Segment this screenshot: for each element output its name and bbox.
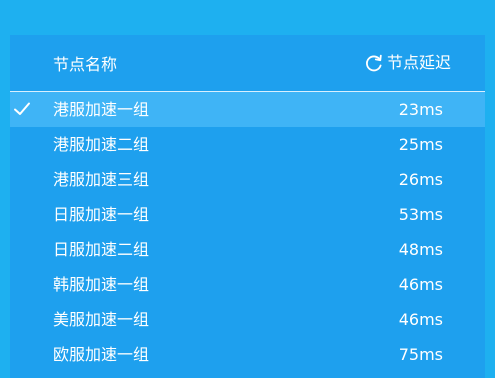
node-row[interactable]: 韩服加速一组 46ms — [10, 267, 485, 302]
checkmark-icon — [13, 100, 31, 118]
node-latency: 46ms — [398, 310, 443, 329]
node-row[interactable]: 港服加速二组 25ms — [10, 127, 485, 162]
refresh-icon[interactable] — [364, 53, 384, 73]
column-header-node-name: 节点名称 — [53, 55, 118, 74]
node-name: 欧服加速一组 — [53, 345, 150, 364]
node-name: 日服加速二组 — [53, 240, 150, 259]
node-name: 美服加速一组 — [53, 310, 150, 329]
node-name: 港服加速二组 — [53, 135, 150, 154]
node-list: 港服加速一组 23ms 港服加速二组 25ms 港服加速三组 26ms 日服加速一组 53ms… — [10, 92, 485, 372]
node-latency: 48ms — [398, 240, 443, 259]
list-header: 节点名称 节点延迟 — [10, 35, 485, 91]
node-name: 日服加速一组 — [53, 205, 150, 224]
node-row[interactable]: 港服加速三组 26ms — [10, 162, 485, 197]
column-header-node-latency[interactable]: 节点延迟 — [387, 53, 451, 73]
node-panel: 节点名称 节点延迟 港服加速一组 23ms 港服加速二组 25ms 港服加速三组 26ms… — [10, 35, 485, 378]
node-latency: 25ms — [398, 135, 443, 154]
refresh-latency-button[interactable]: 节点延迟 — [364, 53, 451, 73]
node-row[interactable]: 日服加速一组 53ms — [10, 197, 485, 232]
node-latency: 75ms — [398, 345, 443, 364]
node-latency: 46ms — [398, 275, 443, 294]
node-name: 港服加速一组 — [53, 100, 150, 119]
node-latency: 53ms — [398, 205, 443, 224]
node-row[interactable]: 欧服加速一组 75ms — [10, 337, 485, 372]
node-latency: 23ms — [398, 100, 443, 119]
node-name: 港服加速三组 — [53, 170, 150, 189]
node-latency: 26ms — [398, 170, 443, 189]
node-name: 韩服加速一组 — [53, 275, 150, 294]
node-row[interactable]: 日服加速二组 48ms — [10, 232, 485, 267]
node-row[interactable]: 美服加速一组 46ms — [10, 302, 485, 337]
node-row[interactable]: 港服加速一组 23ms — [10, 92, 485, 127]
